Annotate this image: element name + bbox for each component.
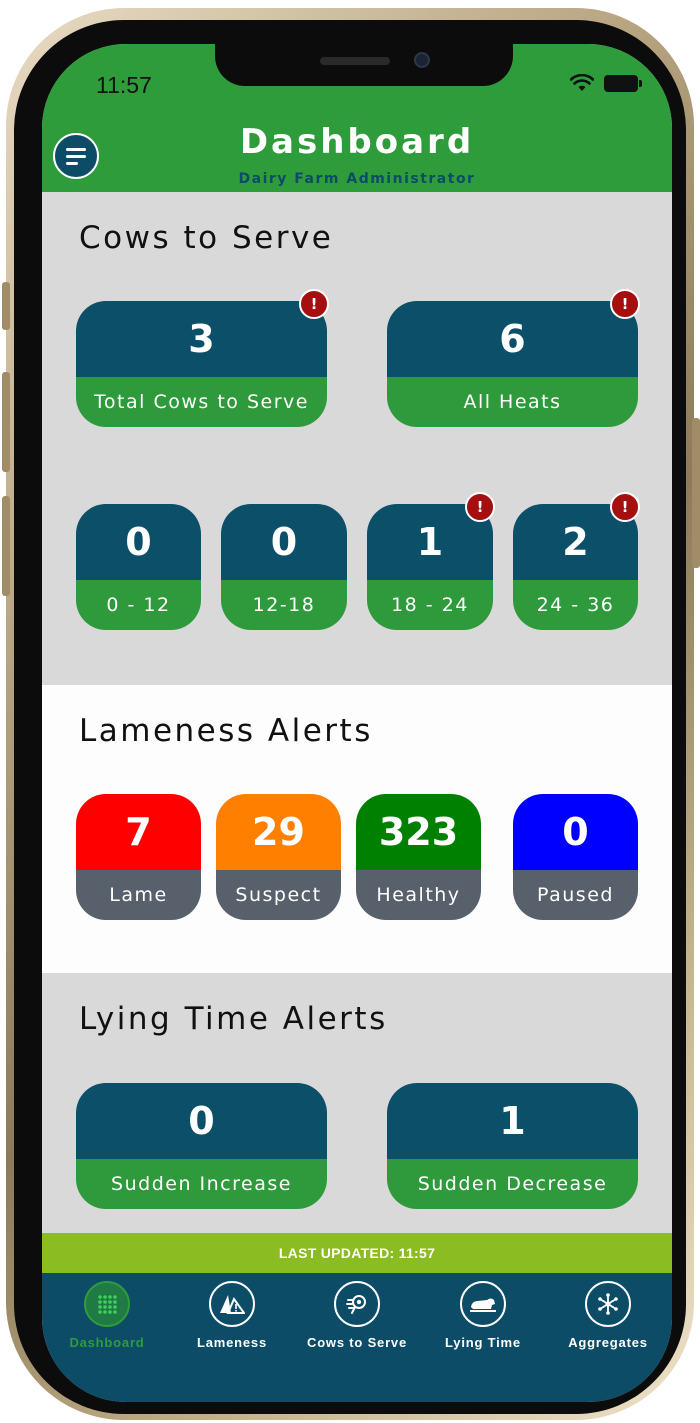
network-icon — [585, 1281, 631, 1327]
cow-serve-icon — [334, 1281, 380, 1327]
card-value: 29 — [216, 794, 341, 870]
alert-badge: ! — [610, 492, 640, 522]
card-label: Total Cows to Serve — [76, 377, 327, 427]
mute-switch — [2, 282, 10, 330]
card-value: 7 — [76, 794, 201, 870]
tab-lying-time[interactable]: Lying Time — [420, 1281, 546, 1350]
wifi-icon — [570, 74, 594, 91]
last-updated-bar: LAST UPDATED: 11:57 — [42, 1233, 672, 1273]
card-label: 24 - 36 — [513, 580, 638, 630]
total-cows-to-serve-card[interactable]: 3 Total Cows to Serve ! — [76, 289, 329, 427]
card-label: All Heats — [387, 377, 638, 427]
card-label: Suspect — [216, 870, 341, 920]
tab-label: Lameness — [197, 1335, 267, 1350]
tab-lameness[interactable]: Lameness — [169, 1281, 295, 1350]
sudden-increase-card[interactable]: 0 Sudden Increase — [76, 1083, 327, 1209]
sudden-decrease-card[interactable]: 1 Sudden Decrease — [387, 1083, 638, 1209]
tab-label: Lying Time — [445, 1335, 521, 1350]
volume-up-button — [2, 372, 10, 472]
card-label: 12-18 — [221, 580, 347, 630]
card-value: 323 — [356, 794, 481, 870]
lameness-section: Lameness Alerts 7 Lame 29 Suspect 323 He… — [42, 685, 672, 973]
alert-badge: ! — [299, 289, 329, 319]
card-value: 0 — [513, 794, 638, 870]
healthy-card[interactable]: 323 Healthy — [356, 794, 481, 920]
card-value: 3 — [76, 301, 327, 377]
card-value: 1 — [387, 1083, 638, 1159]
paused-card[interactable]: 0 Paused — [513, 794, 638, 920]
lying-time-section: Lying Time Alerts 0 Sudden Increase 1 Su… — [42, 973, 672, 1233]
volume-down-button — [2, 496, 10, 596]
lying-cow-icon — [460, 1281, 506, 1327]
app-screen: 11:57 Dashboard Dairy Farm Administrator… — [42, 44, 672, 1402]
card-value: 0 — [76, 504, 201, 580]
range-0-12-card[interactable]: 0 0 - 12 — [76, 504, 201, 630]
page-subtitle: Dairy Farm Administrator — [238, 171, 476, 187]
tab-label: Dashboard — [69, 1335, 145, 1350]
card-label: Paused — [513, 870, 638, 920]
front-camera — [414, 52, 430, 68]
card-value: 6 — [387, 301, 638, 377]
tab-dashboard[interactable]: Dashboard — [44, 1281, 170, 1350]
card-label: 18 - 24 — [367, 580, 493, 630]
range-18-24-card[interactable]: 1 18 - 24 ! — [367, 492, 495, 630]
alert-badge: ! — [465, 492, 495, 522]
lame-card[interactable]: 7 Lame — [76, 794, 201, 920]
tab-label: Aggregates — [568, 1335, 648, 1350]
card-label: Healthy — [356, 870, 481, 920]
grid-icon — [84, 1281, 130, 1327]
tab-label: Cows to Serve — [307, 1335, 407, 1350]
card-label: Sudden Decrease — [387, 1159, 638, 1209]
range-24-36-card[interactable]: 2 24 - 36 ! — [513, 492, 640, 630]
tab-cows-to-serve[interactable]: Cows to Serve — [294, 1281, 420, 1350]
section-title: Lameness Alerts — [79, 713, 373, 749]
tab-aggregates[interactable]: Aggregates — [545, 1281, 671, 1350]
page-title: Dashboard — [239, 122, 475, 162]
section-title: Cows to Serve — [79, 220, 334, 256]
lameness-icon — [209, 1281, 255, 1327]
all-heats-card[interactable]: 6 All Heats ! — [387, 289, 640, 427]
range-12-18-card[interactable]: 0 12-18 — [221, 504, 347, 630]
status-time: 11:57 — [96, 72, 152, 98]
battery-icon — [604, 74, 642, 92]
notch — [215, 44, 513, 86]
card-value: 0 — [221, 504, 347, 580]
bottom-tab-bar: Dashboard Lameness Cows to Serve Lying T… — [42, 1273, 672, 1402]
cows-to-serve-section: Cows to Serve 3 Total Cows to Serve ! 6 … — [42, 192, 672, 685]
speaker-grille — [320, 57, 390, 65]
suspect-card[interactable]: 29 Suspect — [216, 794, 341, 920]
card-label: 0 - 12 — [76, 580, 201, 630]
alert-badge: ! — [610, 289, 640, 319]
card-label: Sudden Increase — [76, 1159, 327, 1209]
section-title: Lying Time Alerts — [79, 1001, 388, 1037]
card-label: Lame — [76, 870, 201, 920]
power-button — [692, 418, 700, 568]
card-value: 0 — [76, 1083, 327, 1159]
status-icons — [570, 74, 642, 92]
